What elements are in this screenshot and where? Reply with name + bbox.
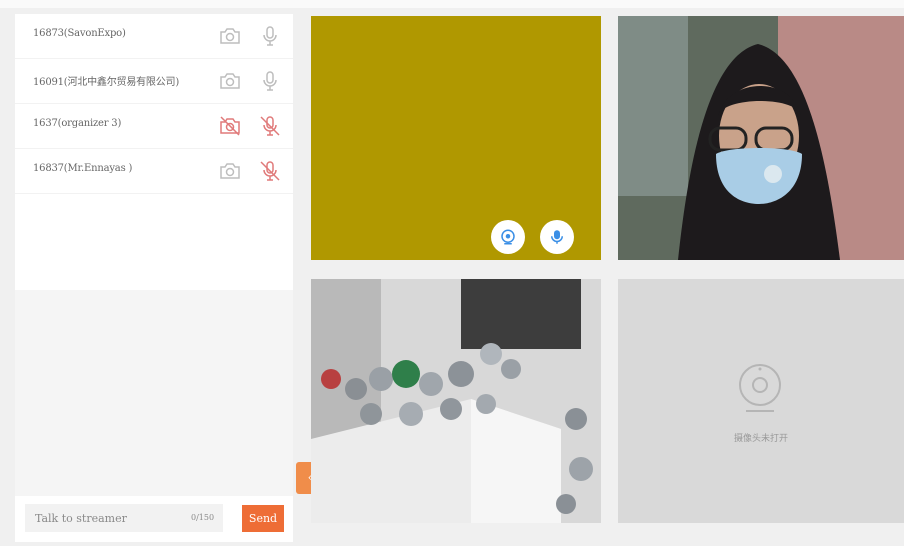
participant-row[interactable]: 1637(organizer 3) bbox=[15, 104, 293, 149]
camera-icon[interactable] bbox=[218, 69, 242, 93]
camera-off-text: 摄像头未打开 bbox=[733, 434, 788, 444]
camera-icon[interactable] bbox=[218, 24, 242, 48]
participant-row[interactable]: 16873(SavonExpo) bbox=[15, 14, 293, 59]
microphone-off-icon[interactable] bbox=[258, 114, 282, 138]
camera-off-icon[interactable] bbox=[218, 114, 242, 138]
microphone-icon[interactable] bbox=[258, 69, 282, 93]
participant-row[interactable]: 16837(Mr.Ennayas ) bbox=[15, 149, 293, 194]
camera-toggle-button[interactable] bbox=[491, 220, 525, 254]
video-tile-product bbox=[311, 279, 601, 523]
microphone-off-icon[interactable] bbox=[258, 159, 282, 183]
microphone-icon[interactable] bbox=[258, 24, 282, 48]
top-strip bbox=[0, 0, 904, 8]
video-tile-participant bbox=[618, 16, 904, 260]
char-count: 0/150 bbox=[191, 513, 215, 522]
product-video-image bbox=[311, 279, 601, 523]
mic-toggle-button[interactable] bbox=[540, 220, 574, 254]
webcam-icon bbox=[501, 229, 515, 245]
video-tile-camera-off: 摄像头未打开 bbox=[618, 279, 904, 523]
chat-bar: 0/150 Send bbox=[15, 496, 293, 542]
participant-name: 16837(Mr.Ennayas ) bbox=[33, 163, 133, 174]
microphone-icon bbox=[551, 230, 563, 244]
video-tile-local bbox=[311, 16, 601, 260]
participant-list: 16873(SavonExpo) 16091(河北中鑫尔贸易有限公司) 1637… bbox=[15, 14, 293, 290]
participant-row[interactable]: 16091(河北中鑫尔贸易有限公司) bbox=[15, 59, 293, 104]
participant-video-image bbox=[618, 16, 904, 260]
camera-off-placeholder-icon bbox=[739, 364, 781, 412]
participant-name: 1637(organizer 3) bbox=[33, 118, 122, 129]
participant-name: 16091(河北中鑫尔贸易有限公司) bbox=[33, 77, 180, 88]
camera-icon[interactable] bbox=[218, 159, 242, 183]
send-button[interactable]: Send bbox=[242, 505, 284, 532]
participant-name: 16873(SavonExpo) bbox=[33, 28, 126, 39]
chat-messages-area bbox=[15, 290, 293, 496]
